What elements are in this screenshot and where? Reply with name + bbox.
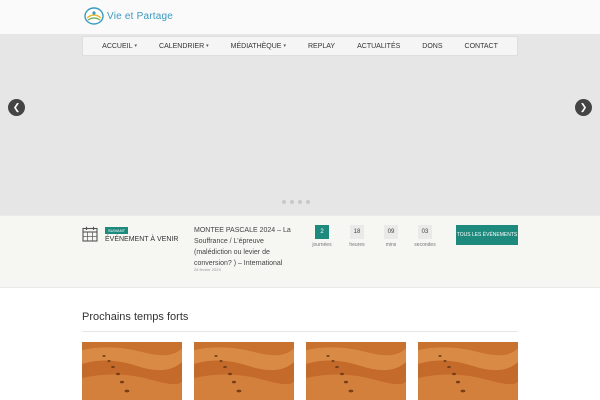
slider-dot[interactable] <box>298 200 302 204</box>
slider-dot[interactable] <box>282 200 286 204</box>
all-events-button[interactable]: TOUS LES ÉVÉNEMENTS <box>456 225 518 245</box>
slider-dot[interactable] <box>306 200 310 204</box>
slider-dot[interactable] <box>290 200 294 204</box>
countdown-seconds: 03 secondes <box>411 225 439 248</box>
chevron-down-icon: ▾ <box>206 43 209 49</box>
highlight-thumbnail[interactable] <box>194 342 294 400</box>
upcoming-event-bar: SUIVANT ÉVÉNEMENT À VENIR MONTEE PASCALE… <box>0 215 600 288</box>
countdown-value: 18 <box>350 225 364 239</box>
nav-item-label: Contact <box>464 42 498 50</box>
countdown-label: heures <box>349 242 365 248</box>
nav-item-label: Actualités <box>357 42 401 50</box>
event-date: 28 février 2024 <box>194 267 221 272</box>
nav-item-calendrier[interactable]: Calendrier ▾ <box>159 43 209 50</box>
nav-item-accueil[interactable]: Accueil ▾ <box>102 43 137 50</box>
nav-item-label: Médiathèque <box>230 42 282 50</box>
desert-footprints-image <box>306 342 406 400</box>
nav-item-replay[interactable]: Replay <box>308 43 335 50</box>
chevron-down-icon: ▾ <box>283 43 286 49</box>
nav-item-mediatheque[interactable]: Médiathèque ▾ <box>231 43 286 50</box>
nav-item-dons[interactable]: Dons <box>422 43 442 50</box>
nav-item-contact[interactable]: Contact <box>465 43 498 50</box>
slider-next-button[interactable]: ❯ <box>575 99 592 116</box>
countdown-minutes: 09 mins <box>377 225 405 248</box>
next-badge: SUIVANT <box>105 227 129 234</box>
nav-item-label: Replay <box>308 42 336 50</box>
nav-item-actualites[interactable]: Actualités <box>357 43 400 50</box>
main-nav: Accueil ▾ Calendrier ▾ Médiathèque ▾ Replay… <box>82 36 518 56</box>
countdown-hours: 18 heures <box>343 225 371 248</box>
chevron-down-icon: ▾ <box>134 43 138 49</box>
hero-slider[interactable] <box>0 34 600 215</box>
countdown-value: 2 <box>315 225 329 239</box>
upcoming-heading: ÉVÉNEMENT À VENIR <box>105 236 179 243</box>
highlight-thumbnail[interactable] <box>418 342 518 400</box>
site-logo[interactable]: Vie et Partage <box>84 7 173 25</box>
countdown-days: 2 journées <box>308 225 336 248</box>
highlight-thumbnail[interactable] <box>82 342 182 400</box>
desert-footprints-image <box>418 342 518 400</box>
slider-dots <box>282 200 314 204</box>
chevron-right-icon: ❯ <box>579 102 588 112</box>
countdown-label: journées <box>312 242 332 248</box>
desert-footprints-image <box>82 342 182 400</box>
calendar-icon <box>82 226 98 242</box>
section-title: Prochains temps forts <box>82 311 189 323</box>
chevron-left-icon: ❮ <box>12 102 21 112</box>
nav-item-label: Accueil <box>102 42 133 50</box>
slider-prev-button[interactable]: ❮ <box>8 99 25 116</box>
site-header: Vie et Partage <box>0 0 600 34</box>
site-name: Vie et Partage <box>107 10 173 22</box>
nav-item-label: Calendrier <box>159 42 205 50</box>
section-divider <box>82 331 518 332</box>
countdown-value: 09 <box>384 225 398 239</box>
nav-item-label: Dons <box>422 42 443 50</box>
highlight-thumbnail[interactable] <box>306 342 406 400</box>
logo-icon <box>84 7 104 25</box>
countdown-value: 03 <box>418 225 432 239</box>
event-title-link[interactable]: MONTEE PASCALE 2024 – La Souffrance / L’… <box>194 225 294 269</box>
countdown-label: secondes <box>414 242 436 248</box>
desert-footprints-image <box>194 342 294 400</box>
countdown-label: mins <box>385 242 397 248</box>
